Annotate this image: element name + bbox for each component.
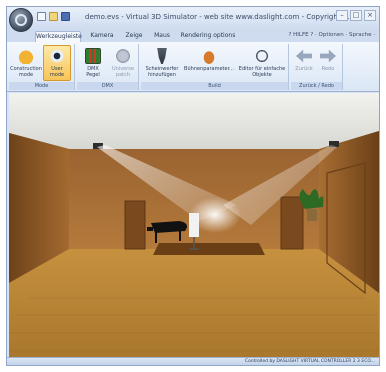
add-spotlight-button[interactable]: Scheinwerfer hinzufügen <box>143 45 181 81</box>
dmx-pegel-label: DMX Pegel <box>86 66 100 78</box>
group-label-dmx: DMX <box>77 82 138 90</box>
add-spotlight-label: Scheinwerfer hinzufügen <box>145 66 179 78</box>
tab-maus[interactable]: Maus <box>151 31 173 42</box>
open-icon[interactable] <box>49 12 58 21</box>
group-label-build: Build <box>141 82 288 90</box>
status-bar: Controlled by DASLIGHT VIRTUAL CONTROLLE… <box>7 357 379 365</box>
close-button[interactable]: × <box>364 10 376 21</box>
ribbon: Construction mode User mode Mode DMX Peg… <box>7 42 379 92</box>
spotlight-icon <box>157 48 167 64</box>
construction-mode-button[interactable]: Construction mode <box>10 45 42 81</box>
user-mode-label: User mode <box>49 66 65 78</box>
maximize-button[interactable]: □ <box>350 10 362 21</box>
user-mode-button[interactable]: User mode <box>43 45 71 81</box>
window-title: demo.evs - Virtual 3D Simulator - web si… <box>85 13 350 21</box>
stage-icon <box>201 48 217 64</box>
stage-platform <box>153 243 265 255</box>
undo-label: Zurück <box>295 66 313 72</box>
ceiling <box>9 93 379 149</box>
left-door <box>124 200 146 250</box>
right-door <box>280 196 304 250</box>
editor-icon <box>254 48 270 64</box>
3d-viewport[interactable] <box>9 93 379 359</box>
status-text: Controlled by DASLIGHT VIRTUAL CONTROLLE… <box>244 359 375 364</box>
redo-label: Redo <box>321 66 335 72</box>
floor <box>9 249 379 359</box>
new-icon[interactable] <box>37 12 46 21</box>
save-icon[interactable] <box>61 12 70 21</box>
redo-icon <box>320 48 336 64</box>
ribbon-group-mode: Construction mode User mode Mode <box>9 44 75 90</box>
ribbon-group-undo-redo: Zurück Redo Zurück / Redo <box>291 44 343 90</box>
object-editor-label: Editor für einfache Objekte <box>238 66 286 78</box>
application-menu-button[interactable] <box>9 8 33 32</box>
user-eye-icon <box>49 48 65 64</box>
tab-werkzeugleiste[interactable]: Werkzeugleiste <box>35 31 82 42</box>
dmx-icon <box>85 48 101 64</box>
ribbon-group-build: Scheinwerfer hinzufügen Bühnenparameter.… <box>141 44 289 90</box>
redo-button[interactable]: Redo <box>317 45 339 81</box>
stage-parameters-label: Bühnenparameter... <box>184 66 234 72</box>
tab-zeige[interactable]: Zeige <box>121 31 147 42</box>
ribbon-tabs: Werkzeugleiste Kamera Zeige Maus Renderi… <box>7 29 379 42</box>
help-options-language[interactable]: ? HILFE ? · Optionen · Sprache · <box>288 32 375 38</box>
object-editor-button[interactable]: Editor für einfache Objekte <box>237 45 287 81</box>
dmx-pegel-button[interactable]: DMX Pegel <box>79 45 107 81</box>
universe-icon <box>115 48 131 64</box>
group-label-undo-redo: Zurück / Redo <box>291 82 342 90</box>
undo-button[interactable]: Zurück <box>293 45 315 81</box>
window-controls: – □ × <box>336 10 376 21</box>
minimize-button[interactable]: – <box>336 10 348 21</box>
universe-patch-label: Universe patch <box>112 66 134 78</box>
construction-icon <box>18 48 34 64</box>
stage-scene <box>9 93 379 359</box>
tab-rendering-options[interactable]: Rendering options <box>179 31 237 42</box>
tab-kamera[interactable]: Kamera <box>87 31 117 42</box>
undo-icon <box>296 49 312 63</box>
universe-patch-button[interactable]: Universe patch <box>109 45 137 81</box>
stage-parameters-button[interactable]: Bühnenparameter... <box>183 45 235 81</box>
quick-access-toolbar <box>37 12 70 21</box>
app-window: demo.evs - Virtual 3D Simulator - web si… <box>6 6 380 366</box>
group-label-mode: Mode <box>9 82 74 90</box>
ribbon-group-dmx: DMX Pegel Universe patch DMX <box>77 44 139 90</box>
construction-mode-label: Construction mode <box>10 66 42 78</box>
title-bar: demo.evs - Virtual 3D Simulator - web si… <box>7 7 379 32</box>
app-logo-icon <box>15 14 27 26</box>
